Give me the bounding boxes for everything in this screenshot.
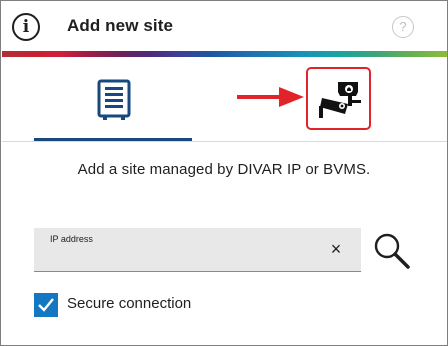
tab-camera[interactable] — [306, 67, 371, 130]
secure-connection-checkbox[interactable] — [34, 293, 58, 317]
ip-address-field[interactable]: IP address × — [34, 228, 361, 272]
brand-stripe — [2, 51, 447, 57]
arrow-icon — [237, 87, 304, 107]
tab-divider — [2, 141, 447, 142]
dialog-title: Add new site — [67, 16, 174, 35]
ip-address-label: IP address — [50, 234, 93, 244]
checkmark-icon — [38, 298, 54, 312]
info-icon[interactable]: i — [12, 13, 40, 41]
camera-icon — [319, 82, 361, 118]
dialog-header: i Add new site ? — [1, 1, 447, 50]
close-icon[interactable]: × — [328, 240, 344, 258]
server-icon — [97, 79, 131, 120]
ip-address-input[interactable] — [48, 246, 318, 268]
description-text: Add a site managed by DIVAR IP or BVMS. — [77, 161, 371, 178]
add-site-dialog: i Add new site ? Add a site managed by D… — [0, 0, 448, 346]
secure-connection-label: Secure connection — [67, 295, 192, 312]
search-icon[interactable] — [373, 232, 411, 270]
tab-server[interactable] — [34, 73, 192, 141]
help-icon[interactable]: ? — [392, 16, 414, 38]
